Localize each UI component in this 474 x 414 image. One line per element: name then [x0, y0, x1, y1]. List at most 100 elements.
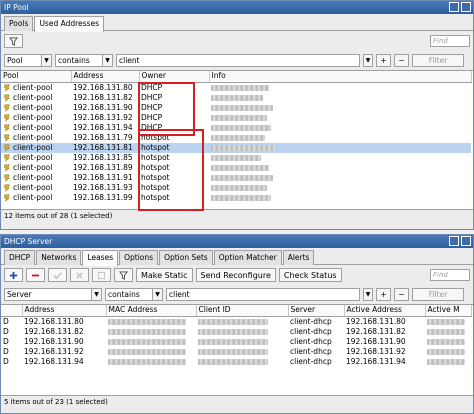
table-row[interactable]: client-pool 192.168.131.81 hotspot: [1, 142, 471, 153]
filter-operator-select[interactable]: contains ▼: [55, 54, 113, 67]
cell-client-id: [196, 347, 288, 357]
table-row[interactable]: client-pool 192.168.131.85 hotspot: [1, 153, 471, 163]
remove-filter-button[interactable]: −: [394, 288, 409, 301]
table-row[interactable]: D 192.168.131.82 client-dhcp 192.168.131.82: [1, 327, 471, 337]
tab-options[interactable]: Options: [119, 250, 159, 265]
tab-leases[interactable]: Leases: [82, 250, 119, 266]
redacted-mac: [108, 318, 186, 325]
filter-value-dropdown[interactable]: ▼: [363, 288, 373, 301]
filter-value-input[interactable]: client: [116, 54, 360, 67]
redacted-info: [211, 144, 275, 151]
tab-alerts[interactable]: Alerts: [282, 250, 315, 265]
column-header-info[interactable]: Info: [209, 71, 472, 83]
filter-toggle-button[interactable]: [4, 34, 23, 48]
column-header-flags[interactable]: [1, 305, 23, 317]
cell-address: 192.168.131.93: [73, 182, 133, 192]
enable-button[interactable]: [48, 268, 67, 282]
cell-address: 192.168.131.80: [73, 82, 133, 92]
used-addresses-table-area: Pool Address Owner Info client-pool 192.1…: [1, 70, 473, 211]
table-row[interactable]: client-pool 192.168.131.89 hotspot: [1, 163, 471, 173]
dhcp-status-bar: 5 items out of 23 (1 selected): [4, 398, 108, 406]
check-status-button[interactable]: Check Status: [278, 268, 342, 282]
close-icon[interactable]: [461, 2, 471, 12]
address-icon: [3, 194, 11, 202]
find-input[interactable]: Find: [430, 35, 470, 47]
restore-icon[interactable]: [449, 2, 459, 12]
cell-server: client-dhcp: [290, 356, 332, 366]
cell-active-address: 192.168.131.90: [346, 336, 406, 346]
cell-address: 192.168.131.79: [73, 132, 133, 142]
table-row[interactable]: client-pool 192.168.131.92 DHCP: [1, 113, 471, 123]
disable-button[interactable]: [70, 268, 89, 282]
table-row[interactable]: client-pool 192.168.131.93 hotspot: [1, 183, 471, 193]
remove-filter-button[interactable]: −: [394, 54, 409, 67]
tab-used-addresses[interactable]: Used Addresses: [34, 16, 104, 32]
address-icon: [3, 124, 11, 132]
cell-pool: client-pool: [1, 82, 71, 93]
add-filter-button[interactable]: +: [376, 54, 391, 67]
table-row[interactable]: client-pool 192.168.131.79 hotspot: [1, 133, 471, 143]
cell-client-id: [196, 316, 288, 327]
table-row[interactable]: client-pool 192.168.131.90 DHCP: [1, 103, 471, 113]
filter-field-select[interactable]: Pool ▼: [4, 54, 52, 67]
close-icon[interactable]: [461, 236, 471, 246]
column-header-owner[interactable]: Owner: [139, 71, 210, 83]
redacted-client-id: [198, 318, 268, 325]
address-icon: [3, 164, 11, 172]
filter-value-dropdown[interactable]: ▼: [363, 54, 373, 67]
apply-filter-button[interactable]: Filter: [412, 54, 464, 67]
column-header-active-address[interactable]: Active Address: [344, 305, 426, 317]
send-reconfigure-button[interactable]: Send Reconfigure: [195, 268, 276, 282]
redacted-info: [211, 194, 271, 201]
cell-info: [209, 142, 471, 153]
cell-server: client-dhcp: [290, 336, 332, 346]
ip-pool-titlebar[interactable]: IP Pool: [1, 1, 473, 14]
table-row[interactable]: client-pool 192.168.131.80 DHCP: [1, 82, 471, 93]
comment-button[interactable]: [92, 268, 111, 282]
table-row[interactable]: client-pool 192.168.131.91 hotspot: [1, 173, 471, 183]
tab-pools[interactable]: Pools: [4, 16, 34, 31]
filter-value-input[interactable]: client: [166, 288, 360, 301]
tab-option-sets[interactable]: Option Sets: [159, 250, 213, 265]
table-row[interactable]: D 192.168.131.94 client-dhcp 192.168.131.94: [1, 357, 471, 367]
restore-icon[interactable]: [449, 236, 459, 246]
table-row[interactable]: D 192.168.131.90 client-dhcp 192.168.131.90: [1, 337, 471, 347]
filter-operator-select[interactable]: contains ▼: [105, 288, 163, 301]
cell-mac-address: [106, 316, 196, 327]
table-row[interactable]: client-pool 192.168.131.99 hotspot: [1, 193, 471, 203]
cell-address: 192.168.131.91: [73, 172, 133, 182]
column-header-active-mac[interactable]: Active M: [425, 305, 472, 317]
table-row[interactable]: client-pool 192.168.131.82 DHCP: [1, 93, 471, 103]
filter-toggle-button[interactable]: [114, 268, 133, 282]
cell-active-address: 192.168.131.80: [346, 316, 406, 326]
column-header-mac-address[interactable]: MAC Address: [106, 305, 197, 317]
cell-info: [209, 173, 471, 183]
cell-active-mac: [425, 327, 471, 337]
column-header-client-id[interactable]: Client ID: [196, 305, 289, 317]
remove-button[interactable]: [26, 268, 45, 282]
add-filter-button[interactable]: +: [376, 288, 391, 301]
tab-option-matcher[interactable]: Option Matcher: [213, 250, 282, 265]
cell-address: 192.168.131.99: [73, 192, 133, 202]
tab-networks[interactable]: Networks: [36, 250, 82, 265]
column-header-pool[interactable]: Pool: [1, 71, 72, 83]
tab-dhcp[interactable]: DHCP: [4, 250, 36, 265]
cell-address: 192.168.131.92: [24, 346, 84, 356]
cell-pool: client-pool: [1, 133, 71, 143]
make-static-button[interactable]: Make Static: [136, 268, 193, 282]
column-header-server[interactable]: Server: [288, 305, 345, 317]
cell-active-address: 192.168.131.94: [346, 356, 406, 366]
cell-info: [209, 163, 471, 173]
column-header-address[interactable]: Address: [71, 71, 140, 83]
table-row[interactable]: D 192.168.131.92 client-dhcp 192.168.131.92: [1, 347, 471, 357]
apply-filter-button[interactable]: Filter: [412, 288, 464, 301]
table-row[interactable]: D 192.168.131.80 client-dhcp 192.168.131.80: [1, 316, 471, 327]
filter-field-select[interactable]: Server ▼: [4, 288, 102, 301]
add-button[interactable]: [4, 268, 23, 282]
cell-mac-address: [106, 357, 196, 367]
table-row[interactable]: client-pool 192.168.131.94 DHCP: [1, 123, 471, 133]
dhcp-titlebar[interactable]: DHCP Server: [1, 235, 473, 248]
find-input[interactable]: Find: [430, 269, 470, 281]
column-header-address[interactable]: Address: [22, 305, 107, 317]
cell-address: 192.168.131.80: [24, 316, 84, 326]
